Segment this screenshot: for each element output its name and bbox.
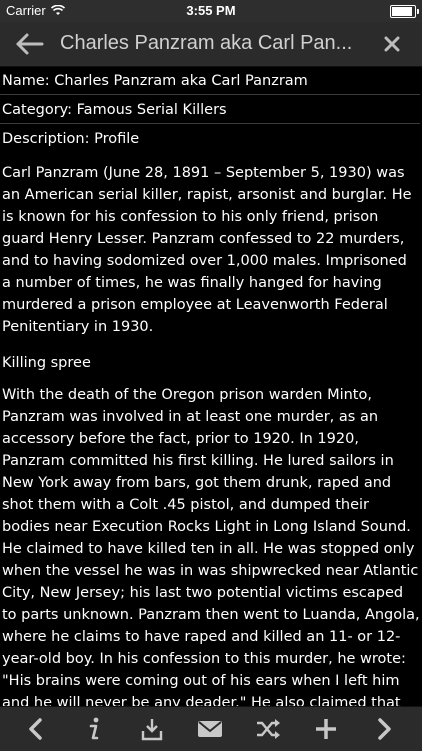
status-bar: Carrier 3:55 PM <box>0 0 422 22</box>
intro-paragraph: Carl Panzram (June 28, 1891 – September … <box>2 165 412 335</box>
mail-icon <box>198 721 222 737</box>
add-icon <box>316 719 336 739</box>
close-icon[interactable] <box>382 34 402 54</box>
battery-level <box>392 7 412 16</box>
prev-button[interactable] <box>14 707 58 751</box>
next-button[interactable] <box>362 707 406 751</box>
shuffle-icon <box>257 719 280 739</box>
section-heading: Killing spree <box>2 355 91 371</box>
mail-button[interactable] <box>188 707 232 751</box>
category-field: Category: Famous Serial Killers <box>0 95 420 124</box>
description-field: Description: Profile <box>2 131 140 147</box>
page-title: Charles Panzram aka Carl Pan... <box>60 32 353 54</box>
info-button[interactable] <box>72 707 116 751</box>
status-time: 3:55 PM <box>186 3 236 18</box>
section-paragraph: With the death of the Oregon prison ward… <box>2 387 420 706</box>
prev-icon <box>29 718 42 740</box>
name-field: Name: Charles Panzram aka Carl Panzram <box>0 66 420 95</box>
add-button[interactable] <box>304 707 348 751</box>
bottom-toolbar <box>0 706 422 751</box>
next-icon <box>378 718 391 740</box>
back-arrow-icon[interactable] <box>14 30 46 58</box>
battery-icon <box>390 5 419 18</box>
nav-bar: Charles Panzram aka Carl Pan... <box>0 22 422 67</box>
shuffle-button[interactable] <box>246 707 290 751</box>
article-content[interactable]: Name: Charles Panzram aka Carl Panzram C… <box>0 66 422 706</box>
info-icon <box>89 717 99 740</box>
download-icon <box>141 719 163 741</box>
download-button[interactable] <box>130 707 174 751</box>
